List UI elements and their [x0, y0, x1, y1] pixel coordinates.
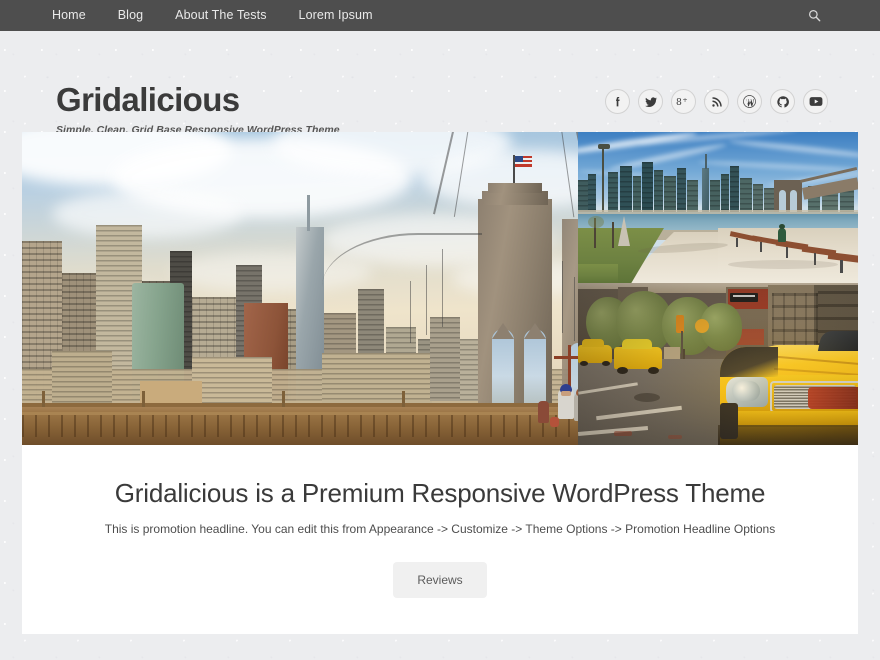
hero-image-grid [22, 132, 858, 445]
featured-content-section: Featured Content [0, 634, 880, 660]
waterfront-park-skyline-image [578, 132, 858, 283]
youtube-icon-link[interactable] [803, 89, 828, 114]
search-icon [808, 10, 820, 22]
search-toggle-button[interactable] [800, 0, 828, 31]
site-branding: Gridalicious Simple, Clean, Grid Base Re… [56, 83, 340, 137]
hero-image-column [578, 132, 858, 445]
nav-item-about-the-tests[interactable]: About The Tests [159, 0, 282, 31]
rss-icon [711, 96, 722, 107]
twitter-icon [644, 96, 657, 107]
taxi-image-tone-overlay [578, 283, 858, 445]
github-icon-link[interactable] [770, 89, 795, 114]
promotion-headline-title: Gridalicious is a Premium Responsive Wor… [114, 478, 766, 508]
wordpress-icon-link[interactable] [737, 89, 762, 114]
reviews-button[interactable]: Reviews [393, 562, 487, 598]
nav-item-lorem-ipsum[interactable]: Lorem Ipsum [283, 0, 389, 31]
primary-menu: Home Blog About The Tests Lorem Ipsum [36, 0, 389, 31]
rss-icon-link[interactable] [704, 89, 729, 114]
promotion-headline-subtext: This is promotion headline. You can edit… [104, 522, 776, 536]
google-plus-icon: 8 + [676, 97, 688, 108]
twitter-icon-link[interactable] [638, 89, 663, 114]
github-icon [776, 95, 789, 107]
social-links: 8 + [605, 89, 828, 114]
top-navigation-bar: Home Blog About The Tests Lorem Ipsum [0, 0, 880, 31]
wordpress-icon [743, 95, 756, 108]
promotion-headline-section: Gridalicious is a Premium Responsive Wor… [22, 445, 858, 634]
main-content-panel: Gridalicious is a Premium Responsive Wor… [22, 132, 858, 634]
nav-item-blog[interactable]: Blog [102, 0, 159, 31]
facebook-icon [616, 96, 620, 107]
svg-text:+: + [682, 97, 687, 104]
hero-image-tertiary[interactable] [578, 283, 858, 445]
hero-image-primary[interactable] [22, 132, 578, 445]
google-plus-icon-link[interactable]: 8 + [671, 89, 696, 114]
site-title[interactable]: Gridalicious [56, 83, 340, 117]
site-header: Gridalicious Simple, Clean, Grid Base Re… [0, 31, 880, 136]
nav-item-home[interactable]: Home [36, 0, 102, 31]
promotion-button-wrapper: Reviews [62, 562, 818, 634]
hero-image-secondary[interactable] [578, 132, 858, 283]
youtube-icon [809, 97, 822, 106]
facebook-icon-link[interactable] [605, 89, 630, 114]
svg-text:8: 8 [676, 97, 682, 108]
yellow-taxi-street-image [578, 283, 858, 445]
nyc-skyline-brooklyn-bridge-image [22, 132, 578, 445]
